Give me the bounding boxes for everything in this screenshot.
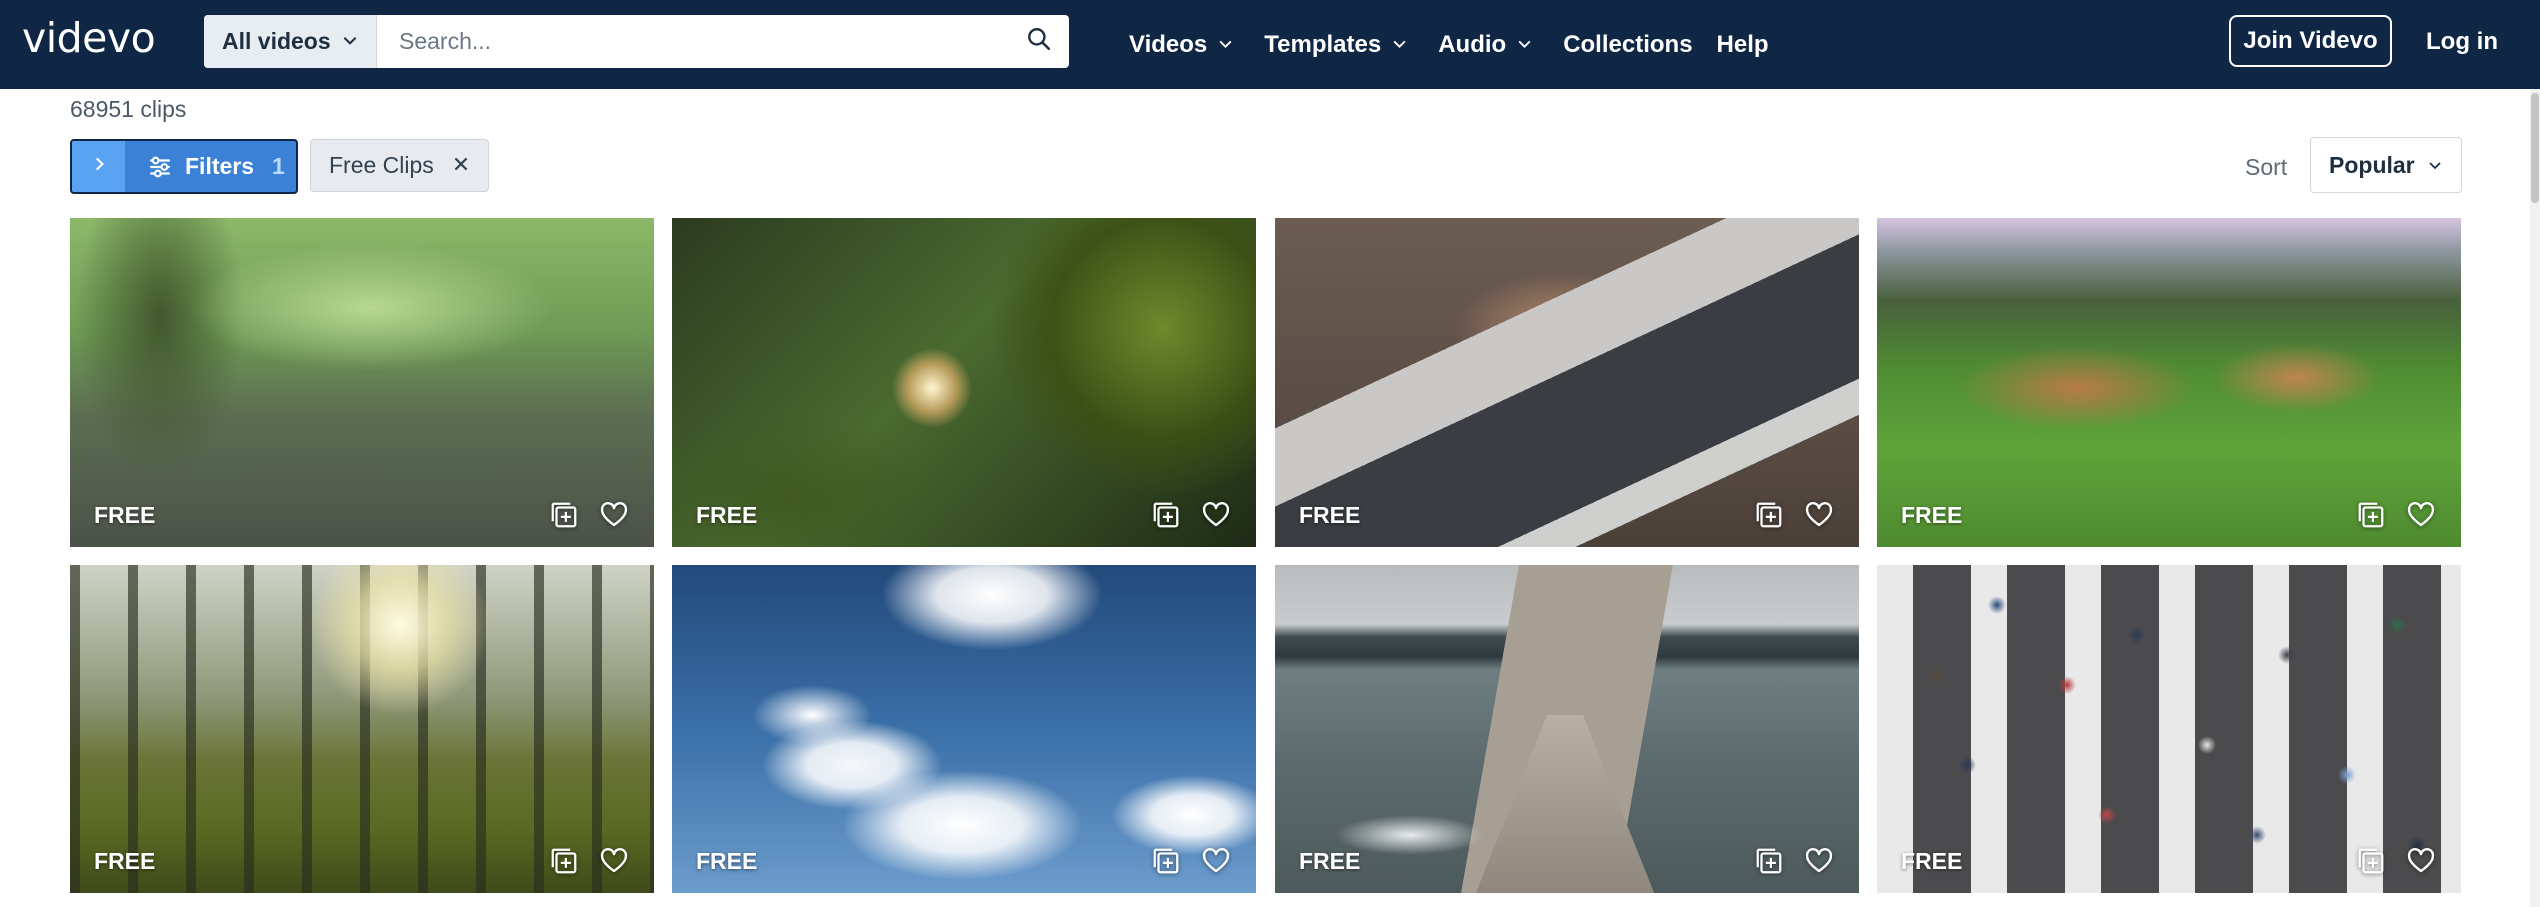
clip-thumbnail[interactable] [1275,218,1859,547]
clip-thumbnail[interactable] [1877,218,2461,547]
filter-chip-free-clips[interactable]: Free Clips [310,139,489,192]
main-nav: Videos Templates Audio Collections Help [1129,0,1793,89]
add-to-collection-icon[interactable] [2355,845,2387,877]
clip-actions [548,845,630,877]
heart-icon[interactable] [2405,845,2437,877]
search-input[interactable] [377,15,1009,68]
free-badge: FREE [94,848,156,874]
free-badge: FREE [1299,848,1361,874]
clip-count: 68951 clips [70,96,187,122]
search-icon [1026,26,1052,57]
clip-actions [1753,845,1835,877]
chevron-right-icon [90,155,108,178]
free-badge: FREE [1901,502,1963,528]
clip-thumbnail[interactable] [1275,565,1859,893]
add-to-collection-icon[interactable] [1150,845,1182,877]
videvo-logo[interactable]: videvo [22,14,156,62]
filter-chip-label: Free Clips [329,152,434,178]
clip-card[interactable]: FREE [1877,565,2461,893]
nav-item-audio[interactable]: Audio [1438,31,1533,59]
nav-item-collections[interactable]: Collections [1563,31,1692,59]
nav-item-label: Collections [1563,30,1693,58]
heart-icon[interactable] [1200,499,1232,531]
clip-thumbnail[interactable] [70,218,654,547]
heart-icon[interactable] [2405,499,2437,531]
sort-value: Popular [2329,151,2415,178]
top-header: videvo All videos Videos Templates Audio [0,0,2540,89]
nav-item-templates[interactable]: Templates [1264,31,1408,59]
add-to-collection-icon[interactable] [2355,499,2387,531]
search-scope-label: All videos [222,28,331,54]
page-scrollbar[interactable] [2530,89,2540,907]
sliders-icon [147,154,173,180]
clip-actions [1753,499,1835,531]
heart-icon[interactable] [1803,845,1835,877]
clip-card[interactable]: FREE [672,218,1256,547]
clip-card[interactable]: FREE [1275,565,1859,893]
chevron-down-icon [1217,31,1234,59]
clip-actions [1150,845,1232,877]
free-badge: FREE [1901,848,1963,874]
close-icon[interactable] [452,152,470,179]
clip-thumbnail[interactable] [1877,565,2461,893]
search-bar: All videos [204,15,1069,68]
nav-item-help[interactable]: Help [1717,31,1769,59]
crowd-shape [1877,565,2461,893]
heart-icon[interactable] [598,499,630,531]
filters-button[interactable]: Filters 1 [70,139,298,194]
sort-label: Sort [2245,154,2288,180]
filters-label: Filters [185,153,255,179]
nav-item-label: Help [1716,30,1769,58]
heart-icon[interactable] [1803,499,1835,531]
sort-dropdown[interactable]: Popular [2310,137,2462,193]
chevron-down-icon [1391,31,1408,59]
clip-card[interactable]: FREE [1275,218,1859,547]
scrollbar-thumb[interactable] [2531,93,2539,203]
add-to-collection-icon[interactable] [1753,845,1785,877]
add-to-collection-icon[interactable] [1753,499,1785,531]
free-badge: FREE [1299,502,1361,528]
add-to-collection-icon[interactable] [548,845,580,877]
nav-item-label: Audio [1438,30,1507,58]
clip-thumbnail[interactable] [672,218,1256,547]
chevron-down-icon [1516,31,1533,59]
filters-toggle[interactable] [72,141,125,192]
clip-card[interactable]: FREE [1877,218,2461,547]
heart-icon[interactable] [598,845,630,877]
clip-thumbnail[interactable] [672,565,1256,893]
add-to-collection-icon[interactable] [548,499,580,531]
heart-icon[interactable] [1200,845,1232,877]
clip-actions [548,499,630,531]
clip-thumbnail[interactable] [70,565,654,893]
search-scope-dropdown[interactable]: All videos [204,15,377,68]
login-link[interactable]: Log in [2426,28,2498,56]
clip-card[interactable]: FREE [70,565,654,893]
nav-item-label: Templates [1264,30,1382,58]
clip-card[interactable]: FREE [70,218,654,547]
free-badge: FREE [94,502,156,528]
filters-count-badge: 1 [272,153,285,179]
nav-item-videos[interactable]: Videos [1129,31,1234,59]
free-badge: FREE [696,502,758,528]
clip-actions [1150,499,1232,531]
search-button[interactable] [1009,15,1069,68]
pier-shape [1475,715,1655,893]
free-badge: FREE [696,848,758,874]
clip-card[interactable]: FREE [672,565,1256,893]
clip-actions [2355,845,2437,877]
join-button[interactable]: Join Videvo [2229,15,2392,67]
chevron-down-icon [2427,152,2443,179]
nav-item-label: Videos [1129,30,1208,58]
clip-actions [2355,499,2437,531]
add-to-collection-icon[interactable] [1150,499,1182,531]
chevron-down-icon [341,28,359,55]
